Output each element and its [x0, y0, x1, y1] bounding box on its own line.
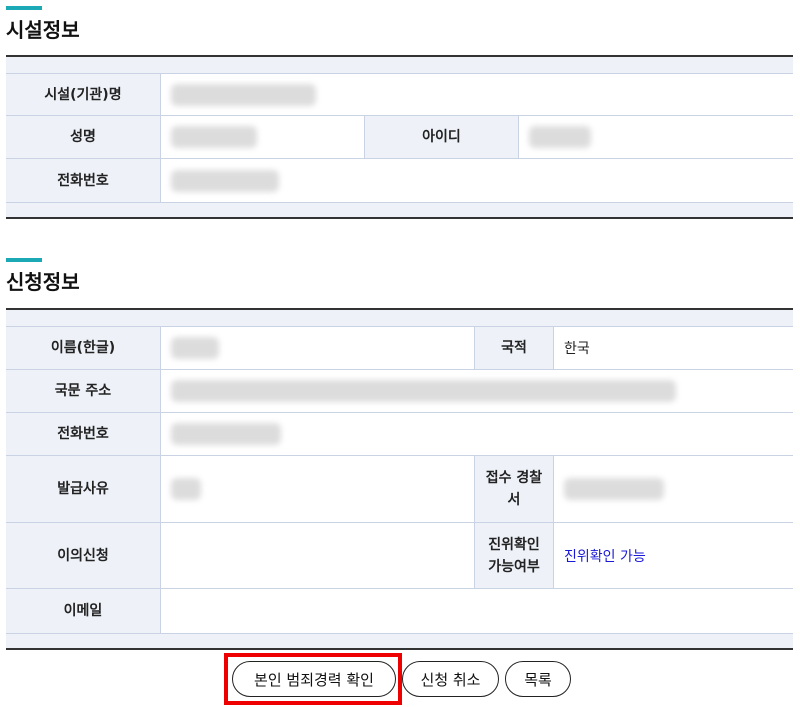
value-user-id: [519, 116, 793, 158]
value-objection: [161, 523, 475, 588]
value-verify-available: 진위확인 가능: [554, 523, 793, 588]
table-row-facility-name: 시설(기관)명: [6, 74, 793, 116]
label-facility-phone: 전화번호: [6, 159, 161, 202]
value-police-station: [554, 456, 793, 522]
table-bottom-border: [6, 217, 793, 219]
table-row-address: 국문 주소: [6, 370, 793, 413]
value-issue-reason: [161, 456, 475, 522]
table-row-facility-phone: 전화번호: [6, 159, 793, 202]
value-person-name: [161, 116, 365, 158]
label-objection: 이의신청: [6, 523, 161, 588]
label-name-korean: 이름(한글): [6, 327, 161, 369]
table-row-applicant-phone: 전화번호: [6, 413, 793, 456]
redacted-user-id: [529, 126, 591, 148]
label-applicant-phone: 전화번호: [6, 413, 161, 455]
redacted-applicant-phone: [171, 423, 281, 445]
section-title-facility: 시설정보: [6, 18, 80, 42]
label-verify-available: 진위확인 가능여부: [475, 523, 554, 588]
redacted-police-station: [564, 478, 664, 500]
value-address: [161, 370, 793, 412]
redacted-address: [171, 380, 676, 402]
table-row-name-nationality: 이름(한글) 국적 한국: [6, 327, 793, 370]
table-bottom-padding: [6, 202, 793, 217]
redacted-facility-name: [171, 83, 316, 106]
application-info-table: 이름(한글) 국적 한국 국문 주소 전화번호 발급사유 접수 경찰서 이의신청…: [6, 308, 793, 650]
value-facility-phone: [161, 159, 793, 202]
value-applicant-phone: [161, 413, 793, 455]
table-top-padding: [6, 57, 793, 74]
value-name-korean: [161, 327, 475, 369]
table-row-person: 성명 아이디: [6, 116, 793, 159]
label-email: 이메일: [6, 589, 161, 633]
table-bottom-border: [6, 648, 793, 650]
redacted-facility-phone: [171, 169, 279, 192]
section-accent-facility: [6, 6, 42, 10]
table-row-objection-verify: 이의신청 진위확인 가능여부 진위확인 가능: [6, 523, 793, 589]
cancel-application-button[interactable]: 신청 취소: [402, 661, 499, 697]
label-facility-name: 시설(기관)명: [6, 74, 161, 115]
list-button[interactable]: 목록: [505, 661, 571, 697]
section-title-application: 신청정보: [6, 270, 80, 294]
label-police-station: 접수 경찰서: [475, 456, 554, 522]
label-address: 국문 주소: [6, 370, 161, 412]
label-person-name: 성명: [6, 116, 161, 158]
redacted-name-korean: [171, 337, 219, 359]
label-issue-reason: 발급사유: [6, 456, 161, 522]
highlight-box: [224, 653, 402, 705]
value-email: [161, 589, 793, 633]
table-bottom-padding: [6, 633, 793, 648]
redacted-issue-reason: [171, 478, 201, 500]
redacted-person-name: [171, 126, 257, 148]
section-accent-application: [6, 258, 42, 262]
table-top-padding: [6, 310, 793, 327]
table-row-reason-police: 발급사유 접수 경찰서: [6, 456, 793, 523]
table-row-email: 이메일: [6, 589, 793, 633]
facility-info-table: 시설(기관)명 성명 아이디 전화번호: [6, 55, 793, 219]
label-user-id: 아이디: [365, 116, 519, 158]
value-nationality: 한국: [554, 327, 793, 369]
label-nationality: 국적: [475, 327, 554, 369]
value-facility-name: [161, 74, 793, 115]
